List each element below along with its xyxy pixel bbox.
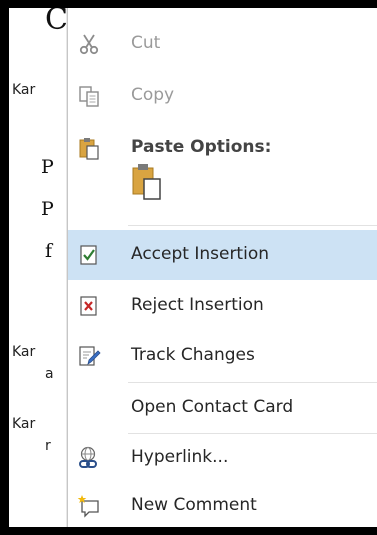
- paste-keep-text-icon: [132, 164, 161, 200]
- accept-insertion-menu-item[interactable]: Accept Insertion: [68, 230, 377, 280]
- new-comment-icon: [77, 494, 101, 518]
- reject-insertion-label: Reject Insertion: [131, 295, 264, 315]
- doc-fragment: a: [45, 366, 54, 382]
- copy-menu-item[interactable]: Copy: [68, 71, 377, 121]
- doc-fragment: P: [41, 156, 54, 178]
- doc-fragment: P: [41, 198, 54, 220]
- new-comment-menu-item[interactable]: New Comment: [68, 481, 377, 531]
- open-contact-card-menu-item[interactable]: Open Contact Card: [68, 383, 377, 433]
- doc-fragment: f: [45, 240, 53, 262]
- screen-frame-top: [0, 0, 377, 8]
- open-contact-card-label: Open Contact Card: [131, 397, 294, 417]
- reject-x-icon: [77, 294, 101, 318]
- reject-insertion-menu-item[interactable]: Reject Insertion: [68, 281, 377, 331]
- hyperlink-menu-item[interactable]: Hyperlink...: [68, 433, 377, 483]
- scissors-icon: [77, 32, 101, 56]
- doc-fragment: Kar: [12, 344, 36, 360]
- hyperlink-icon: [77, 446, 101, 470]
- paste-keep-text-only-button[interactable]: [127, 162, 167, 204]
- cut-label: Cut: [131, 33, 161, 53]
- paste-options-header: Paste Options:: [68, 123, 377, 173]
- context-menu: Cut Copy Paste Options: Accept Insertion…: [67, 8, 377, 527]
- accept-insertion-label: Accept Insertion: [131, 244, 270, 264]
- hyperlink-label: Hyperlink...: [131, 447, 229, 467]
- accept-check-icon: [77, 243, 101, 267]
- doc-fragment: C: [45, 8, 68, 37]
- copy-label: Copy: [131, 85, 175, 105]
- doc-fragment: Kar: [12, 82, 36, 98]
- cut-menu-item[interactable]: Cut: [68, 19, 377, 69]
- clipboard-icon: [77, 136, 101, 160]
- paste-options-label: Paste Options:: [131, 137, 272, 157]
- copy-icon: [77, 84, 101, 108]
- screen-frame-left: [0, 0, 9, 535]
- doc-fragment: r: [45, 438, 51, 454]
- doc-fragment: Kar: [12, 416, 36, 432]
- track-changes-menu-item[interactable]: Track Changes: [68, 331, 377, 381]
- track-changes-label: Track Changes: [131, 345, 255, 365]
- track-changes-icon: [77, 344, 101, 368]
- new-comment-label: New Comment: [131, 495, 257, 515]
- menu-divider: [128, 225, 377, 226]
